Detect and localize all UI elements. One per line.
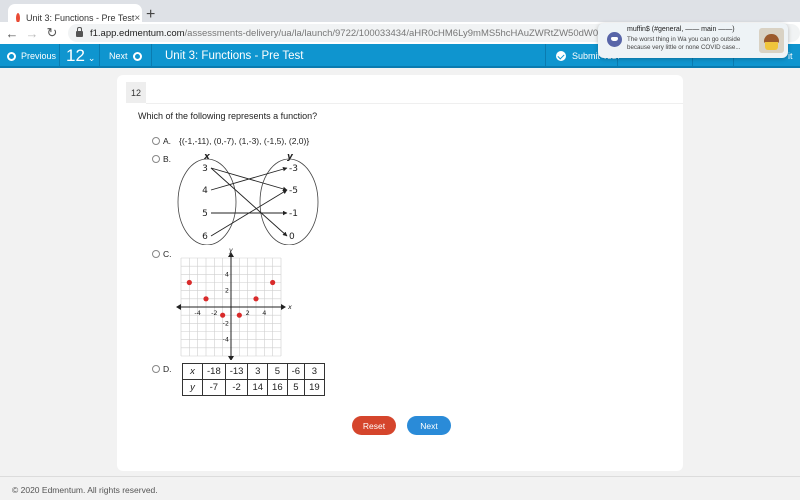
domain-value: 3	[202, 164, 208, 174]
x-cell: -6	[286, 363, 306, 380]
coordinate-graph: x y -4 -2 2 4 4 2 -2 -4	[176, 246, 292, 360]
y-tick-label: -4	[223, 336, 229, 344]
domain-label: x	[203, 152, 211, 162]
domain-value: 5	[202, 209, 208, 219]
toolbar-divider	[99, 44, 100, 68]
question-number-dropdown[interactable]: 12 ⌄	[66, 44, 95, 68]
y-tick-label: -2	[223, 319, 229, 327]
graph-point	[186, 279, 192, 286]
reset-button[interactable]: Reset	[352, 416, 396, 435]
graph-point	[253, 296, 259, 302]
toolbar-divider	[151, 44, 152, 68]
question-prompt: Which of the following represents a func…	[138, 111, 318, 121]
toolbar-divider	[545, 44, 546, 68]
url-host: f1.app.edmentum.com	[90, 27, 185, 39]
graph-point	[270, 279, 276, 286]
forward-icon[interactable]: →	[24, 26, 40, 41]
toolbar-divider	[59, 44, 60, 68]
copyright-text: © 2020 Edmentum. All rights reserved.	[12, 485, 158, 495]
y-cell: -7	[202, 379, 226, 396]
y-cell: 16	[267, 379, 288, 396]
y-axis-label: y	[228, 246, 233, 254]
next-nav-button[interactable]: Next	[109, 44, 147, 68]
mapping-diagram: x y 3 4 5 6 -3 -5 -1 0	[177, 152, 319, 245]
table-row-y: y -7 -2 14 16 5 19	[182, 379, 325, 396]
y-cell: 14	[247, 379, 269, 396]
y-cell: 5	[286, 379, 306, 396]
x-header: x	[182, 363, 203, 380]
card-divider	[146, 103, 683, 104]
muffin-cup	[765, 42, 778, 50]
check-circle-icon	[556, 51, 566, 61]
x-cell: 3	[304, 363, 325, 380]
option-a-letter: A.	[163, 136, 172, 146]
exit-button[interactable]: it	[788, 44, 793, 68]
option-c-letter: C.	[163, 249, 172, 259]
graph-point	[236, 312, 242, 318]
reload-icon[interactable]: ↻	[44, 25, 60, 41]
domain-value: 6	[202, 232, 208, 242]
x-axis-arrow-left	[176, 304, 181, 310]
discord-notification[interactable]: muffin$ (#general, —— main ——) The worst…	[598, 23, 788, 58]
graph-point	[203, 296, 209, 302]
notification-body: The worst thing in Wa you can go outside…	[627, 36, 741, 51]
previous-label: Previous	[21, 51, 57, 61]
option-d-radio[interactable]	[152, 365, 160, 373]
range-value: -5	[289, 186, 298, 196]
x-cell: 5	[267, 363, 288, 380]
x-cell: -13	[224, 363, 249, 380]
lock-icon	[76, 27, 83, 37]
next-button[interactable]: Next	[407, 416, 451, 435]
range-label: y	[287, 152, 294, 162]
question-number: 12	[66, 46, 85, 65]
option-c-radio[interactable]	[152, 250, 160, 258]
x-axis-label: x	[287, 303, 292, 311]
y-tick-label: 4	[225, 270, 229, 278]
table-row-x: x -18 -13 3 5 -6 3	[182, 363, 325, 380]
back-icon[interactable]: ←	[4, 26, 20, 41]
next-nav-label: Next	[109, 51, 128, 61]
x-cell: 3	[247, 363, 269, 380]
y-cell: 19	[304, 379, 325, 396]
graph-point	[220, 312, 226, 318]
x-cell: -18	[202, 363, 226, 380]
xy-table: x -18 -13 3 5 -6 3 y -7 -2 14 16 5 19	[182, 363, 325, 396]
muffin-avatar	[759, 28, 784, 53]
x-tick-label: 4	[262, 309, 266, 317]
discord-icon	[607, 32, 622, 47]
previous-circle-icon	[7, 51, 16, 61]
next-circle-icon	[132, 51, 142, 61]
notification-title: muffin$ (#general, —— main ——)	[627, 26, 735, 33]
question-number-badge: 12	[126, 82, 146, 103]
test-title: Unit 3: Functions - Pre Test	[165, 50, 304, 62]
mapping-arrow	[210, 167, 288, 237]
y-header: y	[182, 379, 203, 396]
option-a-radio[interactable]	[152, 137, 160, 145]
range-value: -1	[289, 209, 298, 219]
previous-button[interactable]: Previous	[2, 44, 56, 68]
chevron-down-icon: ⌄	[87, 52, 96, 63]
option-a-text: {(-1,-11), (0,-7), (1,-3), (-1,5), (2,0)…	[179, 136, 310, 146]
y-tick-label: 2	[225, 287, 229, 295]
x-tick-label: -2	[211, 309, 217, 317]
option-d-letter: D.	[163, 364, 172, 374]
option-b-radio[interactable]	[152, 155, 160, 163]
x-tick-label: -4	[194, 309, 200, 317]
x-axis-arrow-right	[281, 304, 286, 310]
range-value: -3	[289, 164, 298, 174]
footer-divider	[0, 476, 800, 477]
option-b-letter: B.	[163, 154, 172, 164]
x-tick-label: 2	[246, 309, 250, 317]
range-value: 0	[289, 232, 295, 242]
domain-value: 4	[202, 186, 208, 196]
y-axis-arrow-down	[228, 356, 234, 360]
y-cell: -2	[224, 379, 249, 396]
